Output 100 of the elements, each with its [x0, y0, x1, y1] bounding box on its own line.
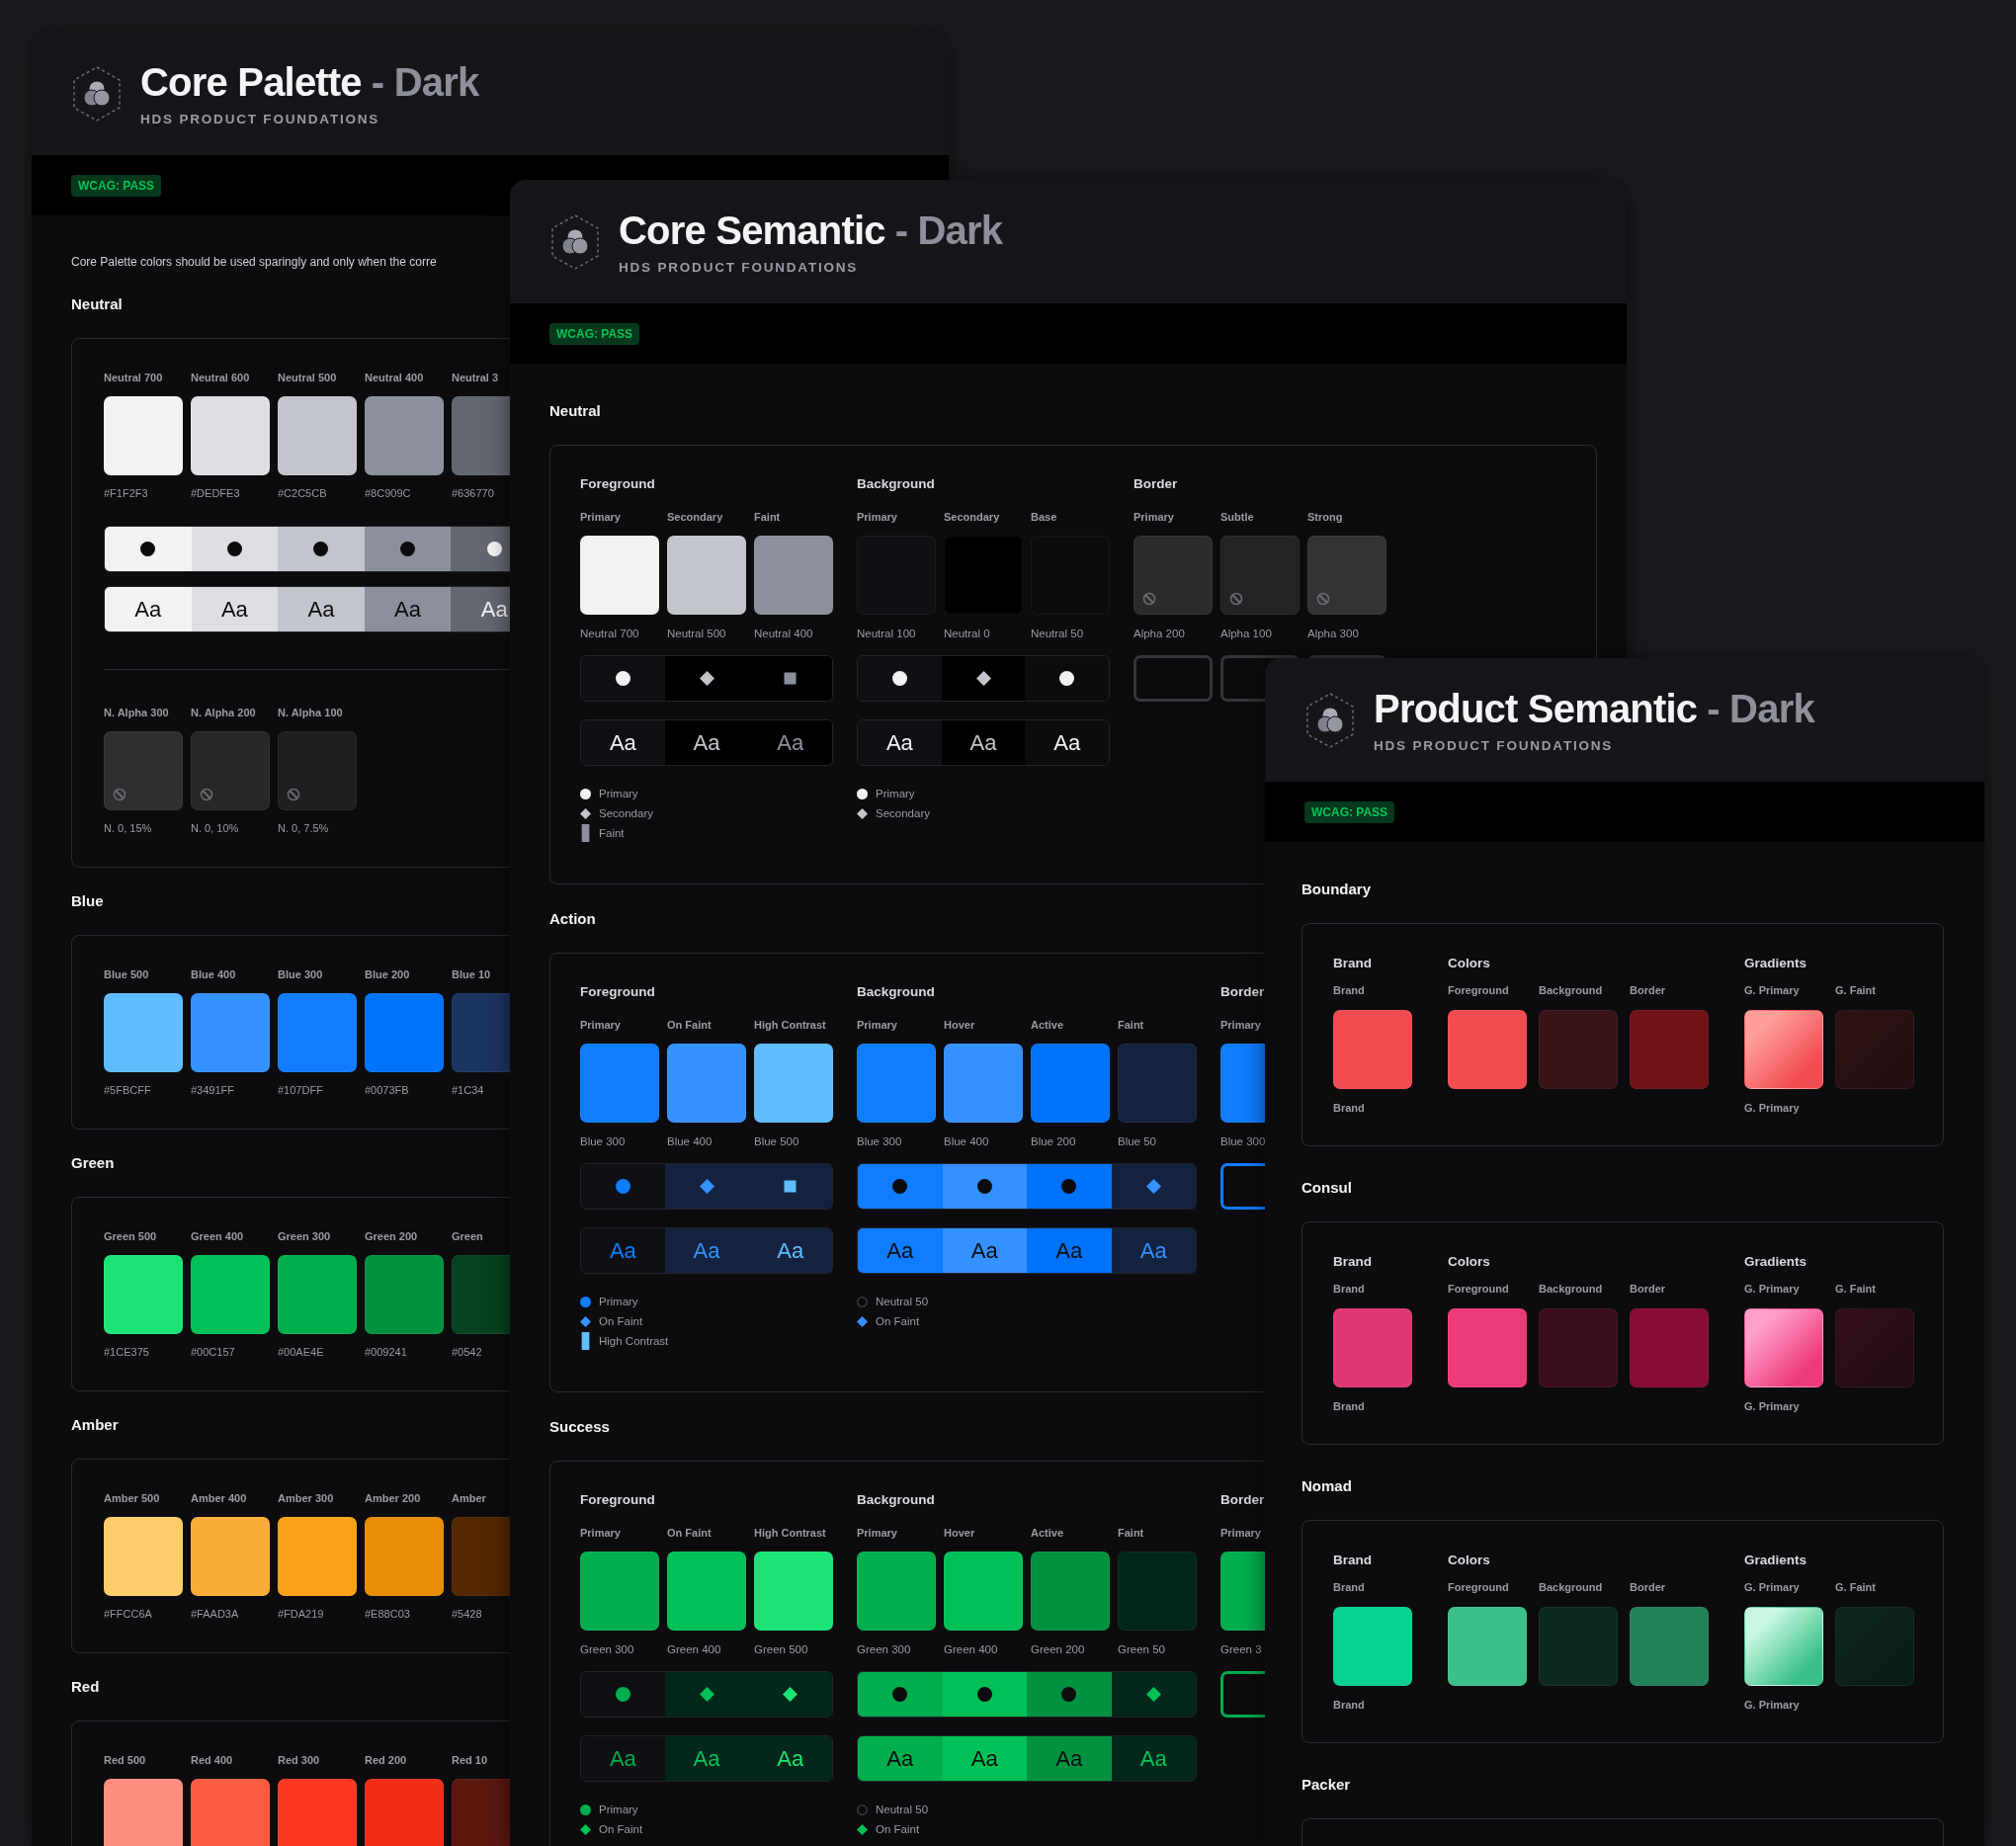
token-source: Green 300 [580, 1642, 635, 1656]
swatch-label: Blue 400 [191, 967, 237, 981]
group-title: Border [1220, 1491, 1266, 1509]
group-title: Colors [1448, 1253, 1491, 1271]
artboard-title: Product Semantic [1374, 687, 1698, 730]
token-source: Green 300 [857, 1642, 912, 1656]
token-label: Primary [580, 1526, 622, 1540]
token-source: Green 200 [1031, 1642, 1086, 1656]
swatch-label: Neutral 400 [365, 371, 425, 384]
token-label: On Faint [667, 1526, 713, 1540]
token-source: Green 3 [1220, 1642, 1263, 1656]
group-title: Background [857, 1491, 936, 1509]
swatch-label: Neutral 3 [452, 371, 500, 384]
swatch-label: Amber 300 [278, 1491, 335, 1505]
hex-code: #8C909C [365, 486, 412, 500]
transparency-icon [1316, 592, 1330, 606]
token-label: Background [1539, 1580, 1604, 1594]
section-heading: Boundary [1302, 881, 1371, 898]
hex-code: #009241 [365, 1345, 408, 1359]
legend-label: Faint [599, 827, 625, 839]
swatch-label: Red 400 [191, 1753, 234, 1767]
dot-icon [313, 542, 329, 556]
token-label: Faint [1118, 1526, 1145, 1540]
legend-label: On Faint [599, 1315, 643, 1327]
token-source: Alpha 200 [1134, 627, 1186, 640]
token-label: Primary [1220, 1018, 1262, 1032]
token-source: Neutral 700 [580, 627, 640, 640]
hex-code: #0073FB [365, 1083, 410, 1097]
swatch-label: Green 400 [191, 1229, 245, 1243]
artboard-title: Core Semantic [619, 209, 885, 252]
sample-text: Aa [942, 1228, 1027, 1273]
group-title: Foreground [580, 1491, 656, 1509]
hex-code: #FAAD3A [191, 1607, 240, 1621]
sample-text: Aa [858, 720, 942, 765]
hex-code: #FFCC6A [104, 1607, 153, 1621]
alpha-value: N. 0, 10% [191, 821, 240, 835]
token-source: Blue 500 [754, 1134, 800, 1148]
token-label: G. Primary [1744, 1282, 1801, 1296]
legend-label: Secondary [599, 807, 653, 819]
logo-icon [71, 64, 123, 123]
token-source: Neutral 500 [667, 627, 727, 640]
token-label: High Contrast [754, 1526, 827, 1540]
legend-label: Secondary [876, 807, 930, 819]
group-title: Background [857, 475, 936, 493]
group-title: Gradients [1744, 1253, 1808, 1271]
section-heading: Green [71, 1154, 115, 1172]
token-source: Green 400 [944, 1642, 999, 1656]
token-label: Background [1539, 983, 1604, 997]
legend-label: On Faint [599, 1823, 643, 1835]
legend-label: Primary [599, 788, 638, 799]
hex-code: #107DFF [278, 1083, 324, 1097]
token-source: Blue 200 [1031, 1134, 1077, 1148]
artboard-subtitle: HDS PRODUCT FOUNDATIONS [619, 260, 860, 275]
title-variant: - Dark [894, 209, 1003, 252]
token-label: G. Faint [1835, 1282, 1877, 1296]
token-label: Background [1539, 1282, 1604, 1296]
token-label: Brand [1333, 1580, 1366, 1594]
artboard-subtitle: HDS PRODUCT FOUNDATIONS [140, 112, 381, 126]
sample-text: Aa [664, 1228, 749, 1273]
swatch-label: Amber 400 [191, 1491, 248, 1505]
legend-label: On Faint [876, 1823, 920, 1835]
token-label: Subtle [1220, 510, 1255, 524]
swatch-label: Amber 200 [365, 1491, 422, 1505]
swatch-label: Amber [452, 1491, 487, 1505]
token-source: Blue 50 [1118, 1134, 1157, 1148]
sample-text: Aa [1027, 1228, 1112, 1273]
group-title: Gradients [1744, 955, 1808, 972]
sample-text: Aa [1111, 1736, 1196, 1781]
hex-code: #5428 [452, 1607, 483, 1621]
swatch-caption: Brand [1333, 1101, 1366, 1115]
sample-text: Aa [941, 720, 1026, 765]
sample-text: Aa [858, 1736, 943, 1781]
swatch-caption: G. Primary [1744, 1101, 1801, 1115]
wcag-badge: WCAG: PASS [549, 322, 640, 345]
alpha-value: N. 0, 7.5% [278, 821, 330, 835]
section-heading: Neutral [549, 402, 601, 420]
wcag-badge: WCAG: PASS [1304, 800, 1395, 823]
title-variant: - Dark [1707, 687, 1814, 730]
swatch-label: Green [452, 1229, 484, 1243]
dot-icon [140, 542, 156, 556]
token-label: Active [1031, 1018, 1065, 1032]
token-label: Hover [944, 1018, 976, 1032]
swatch-label: Blue 500 [104, 967, 150, 981]
section-heading: Packer [1302, 1776, 1351, 1794]
swatch-label: Green 500 [104, 1229, 158, 1243]
swatch-label: Amber 500 [104, 1491, 161, 1505]
sample-text: Aa [278, 587, 365, 631]
token-label: Faint [1118, 1018, 1145, 1032]
swatch-label: Neutral 500 [278, 371, 338, 384]
token-label: G. Faint [1835, 1580, 1877, 1594]
section-heading: Action [549, 910, 596, 928]
token-label: Primary [580, 510, 622, 524]
group-title: Border [1220, 983, 1266, 1001]
group-title: Gradients [1744, 1552, 1808, 1569]
hex-code: #E88C03 [365, 1607, 411, 1621]
token-source: Blue 300 [580, 1134, 627, 1148]
transparency-icon [113, 788, 126, 801]
sample-text: Aa [1111, 1228, 1196, 1273]
token-label: Primary [580, 1018, 622, 1032]
token-source: Blue 400 [944, 1134, 990, 1148]
